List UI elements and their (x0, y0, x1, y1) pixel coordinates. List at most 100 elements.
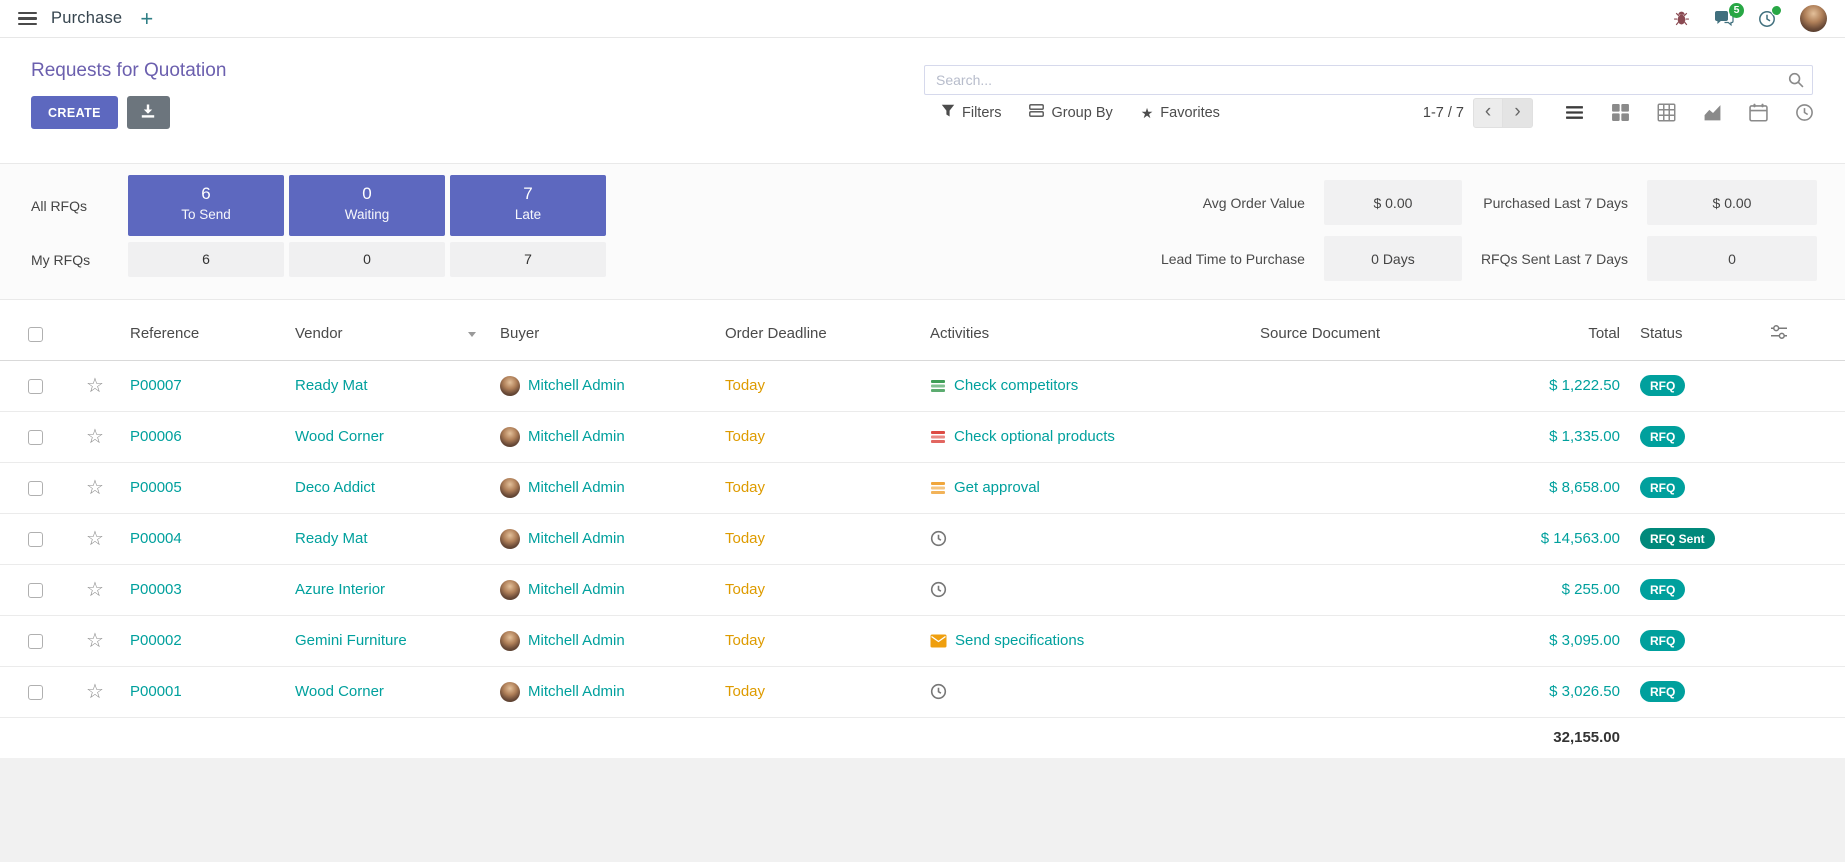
app-name[interactable]: Purchase (51, 9, 122, 28)
buyer-link[interactable]: Mitchell Admin (528, 479, 625, 496)
favorites-button[interactable]: ★ Favorites (1141, 105, 1220, 121)
reference-link[interactable]: P00001 (130, 683, 182, 700)
activity-link[interactable]: Get approval (954, 479, 1040, 496)
search-icon[interactable] (1788, 72, 1804, 93)
activity-list-icon[interactable] (930, 480, 946, 496)
row-checkbox[interactable] (28, 481, 43, 496)
vendor-link[interactable]: Wood Corner (295, 683, 384, 700)
list-view-icon[interactable] (1565, 103, 1584, 122)
column-header-order-deadline[interactable]: Order Deadline (715, 308, 920, 360)
favorite-star-icon[interactable]: ☆ (86, 477, 104, 499)
column-header-reference[interactable]: Reference (120, 308, 285, 360)
row-checkbox[interactable] (28, 379, 43, 394)
activity-email-icon[interactable] (930, 634, 947, 648)
favorite-star-icon[interactable]: ☆ (86, 375, 104, 397)
kanban-view-icon[interactable] (1611, 103, 1630, 122)
source-document-cell (1250, 513, 1450, 564)
table-row[interactable]: ☆ P00007 Ready Mat Mitchell Admin Today … (0, 360, 1845, 411)
column-header-buyer[interactable]: Buyer (490, 308, 715, 360)
buyer-link[interactable]: Mitchell Admin (528, 428, 625, 445)
activity-link[interactable]: Check competitors (954, 377, 1078, 394)
search-input[interactable] (924, 65, 1813, 95)
vendor-link[interactable]: Gemini Furniture (295, 632, 407, 649)
waiting-card[interactable]: 0 Waiting (289, 175, 445, 236)
reference-link[interactable]: P00003 (130, 581, 182, 598)
buyer-avatar (500, 682, 520, 702)
apps-menu-icon[interactable] (18, 12, 37, 25)
reference-link[interactable]: P00006 (130, 428, 182, 445)
user-avatar[interactable] (1800, 5, 1827, 32)
vendor-link[interactable]: Ready Mat (295, 530, 368, 547)
activity-clock-icon[interactable] (930, 683, 947, 700)
group-by-button[interactable]: Group By (1029, 104, 1112, 121)
pager-next-button[interactable]: › (1503, 98, 1533, 128)
messages-icon[interactable]: 5 (1714, 10, 1734, 27)
column-header-total[interactable]: Total (1450, 308, 1630, 360)
activity-link[interactable]: Send specifications (955, 632, 1084, 649)
favorites-star-icon: ★ (1141, 106, 1154, 120)
vendor-link[interactable]: Ready Mat (295, 377, 368, 394)
calendar-view-icon[interactable] (1749, 103, 1768, 122)
activity-list-icon[interactable] (930, 429, 946, 445)
table-row[interactable]: ☆ P00002 Gemini Furniture Mitchell Admin… (0, 615, 1845, 666)
favorite-star-icon[interactable]: ☆ (86, 579, 104, 601)
select-all-checkbox[interactable] (28, 327, 43, 342)
activity-clock-icon[interactable] (930, 530, 947, 547)
reference-link[interactable]: P00004 (130, 530, 182, 547)
buyer-link[interactable]: Mitchell Admin (528, 683, 625, 700)
favorite-star-icon[interactable]: ☆ (86, 681, 104, 703)
late-card[interactable]: 7 Late (450, 175, 606, 236)
reference-link[interactable]: P00007 (130, 377, 182, 394)
activity-clock-icon[interactable] (930, 581, 947, 598)
activities-icon[interactable] (1758, 10, 1776, 28)
favorite-star-icon[interactable]: ☆ (86, 630, 104, 652)
column-header-vendor[interactable]: Vendor (285, 308, 490, 360)
plus-icon[interactable]: + (140, 8, 153, 30)
lead-time[interactable]: 0 Days (1324, 236, 1462, 281)
purchased-last-7-days[interactable]: $ 0.00 (1647, 180, 1817, 225)
create-button[interactable]: CREATE (31, 96, 118, 129)
vendor-link[interactable]: Azure Interior (295, 581, 385, 598)
column-header-status[interactable]: Status (1630, 308, 1760, 360)
row-checkbox[interactable] (28, 532, 43, 547)
buyer-link[interactable]: Mitchell Admin (528, 377, 625, 394)
reference-link[interactable]: P00005 (130, 479, 182, 496)
my-late-cell[interactable]: 7 (450, 242, 606, 277)
buyer-link[interactable]: Mitchell Admin (528, 581, 625, 598)
row-checkbox[interactable] (28, 430, 43, 445)
bug-icon[interactable] (1673, 10, 1690, 27)
table-row[interactable]: ☆ P00004 Ready Mat Mitchell Admin Today … (0, 513, 1845, 564)
pivot-view-icon[interactable] (1657, 103, 1676, 122)
my-waiting-cell[interactable]: 0 (289, 242, 445, 277)
activity-list-icon[interactable] (930, 378, 946, 394)
activity-view-icon[interactable] (1795, 103, 1814, 122)
optional-columns-icon[interactable] (1770, 323, 1788, 341)
buyer-link[interactable]: Mitchell Admin (528, 632, 625, 649)
favorite-star-icon[interactable]: ☆ (86, 528, 104, 550)
table-row[interactable]: ☆ P00005 Deco Addict Mitchell Admin Toda… (0, 462, 1845, 513)
filters-button[interactable]: Filters (941, 104, 1001, 121)
table-row[interactable]: ☆ P00001 Wood Corner Mitchell Admin Toda… (0, 666, 1845, 717)
to-send-card[interactable]: 6 To Send (128, 175, 284, 236)
my-to-send-cell[interactable]: 6 (128, 242, 284, 277)
buyer-link[interactable]: Mitchell Admin (528, 530, 625, 547)
table-row[interactable]: ☆ P00006 Wood Corner Mitchell Admin Toda… (0, 411, 1845, 462)
favorite-star-icon[interactable]: ☆ (86, 426, 104, 448)
row-checkbox[interactable] (28, 634, 43, 649)
pager-previous-button[interactable]: ‹ (1473, 98, 1503, 128)
row-checkbox[interactable] (28, 685, 43, 700)
table-row[interactable]: ☆ P00003 Azure Interior Mitchell Admin T… (0, 564, 1845, 615)
rfqs-sent-last-7-days[interactable]: 0 (1647, 236, 1817, 281)
row-checkbox[interactable] (28, 583, 43, 598)
buyer-avatar (500, 631, 520, 651)
avg-order-value[interactable]: $ 0.00 (1324, 180, 1462, 225)
column-header-activities[interactable]: Activities (920, 308, 1250, 360)
graph-view-icon[interactable] (1703, 103, 1722, 122)
column-header-source-document[interactable]: Source Document (1250, 308, 1450, 360)
total-amount: $ 14,563.00 (1541, 530, 1620, 547)
activity-link[interactable]: Check optional products (954, 428, 1115, 445)
reference-link[interactable]: P00002 (130, 632, 182, 649)
vendor-link[interactable]: Deco Addict (295, 479, 375, 496)
vendor-link[interactable]: Wood Corner (295, 428, 384, 445)
export-button[interactable] (127, 96, 170, 129)
